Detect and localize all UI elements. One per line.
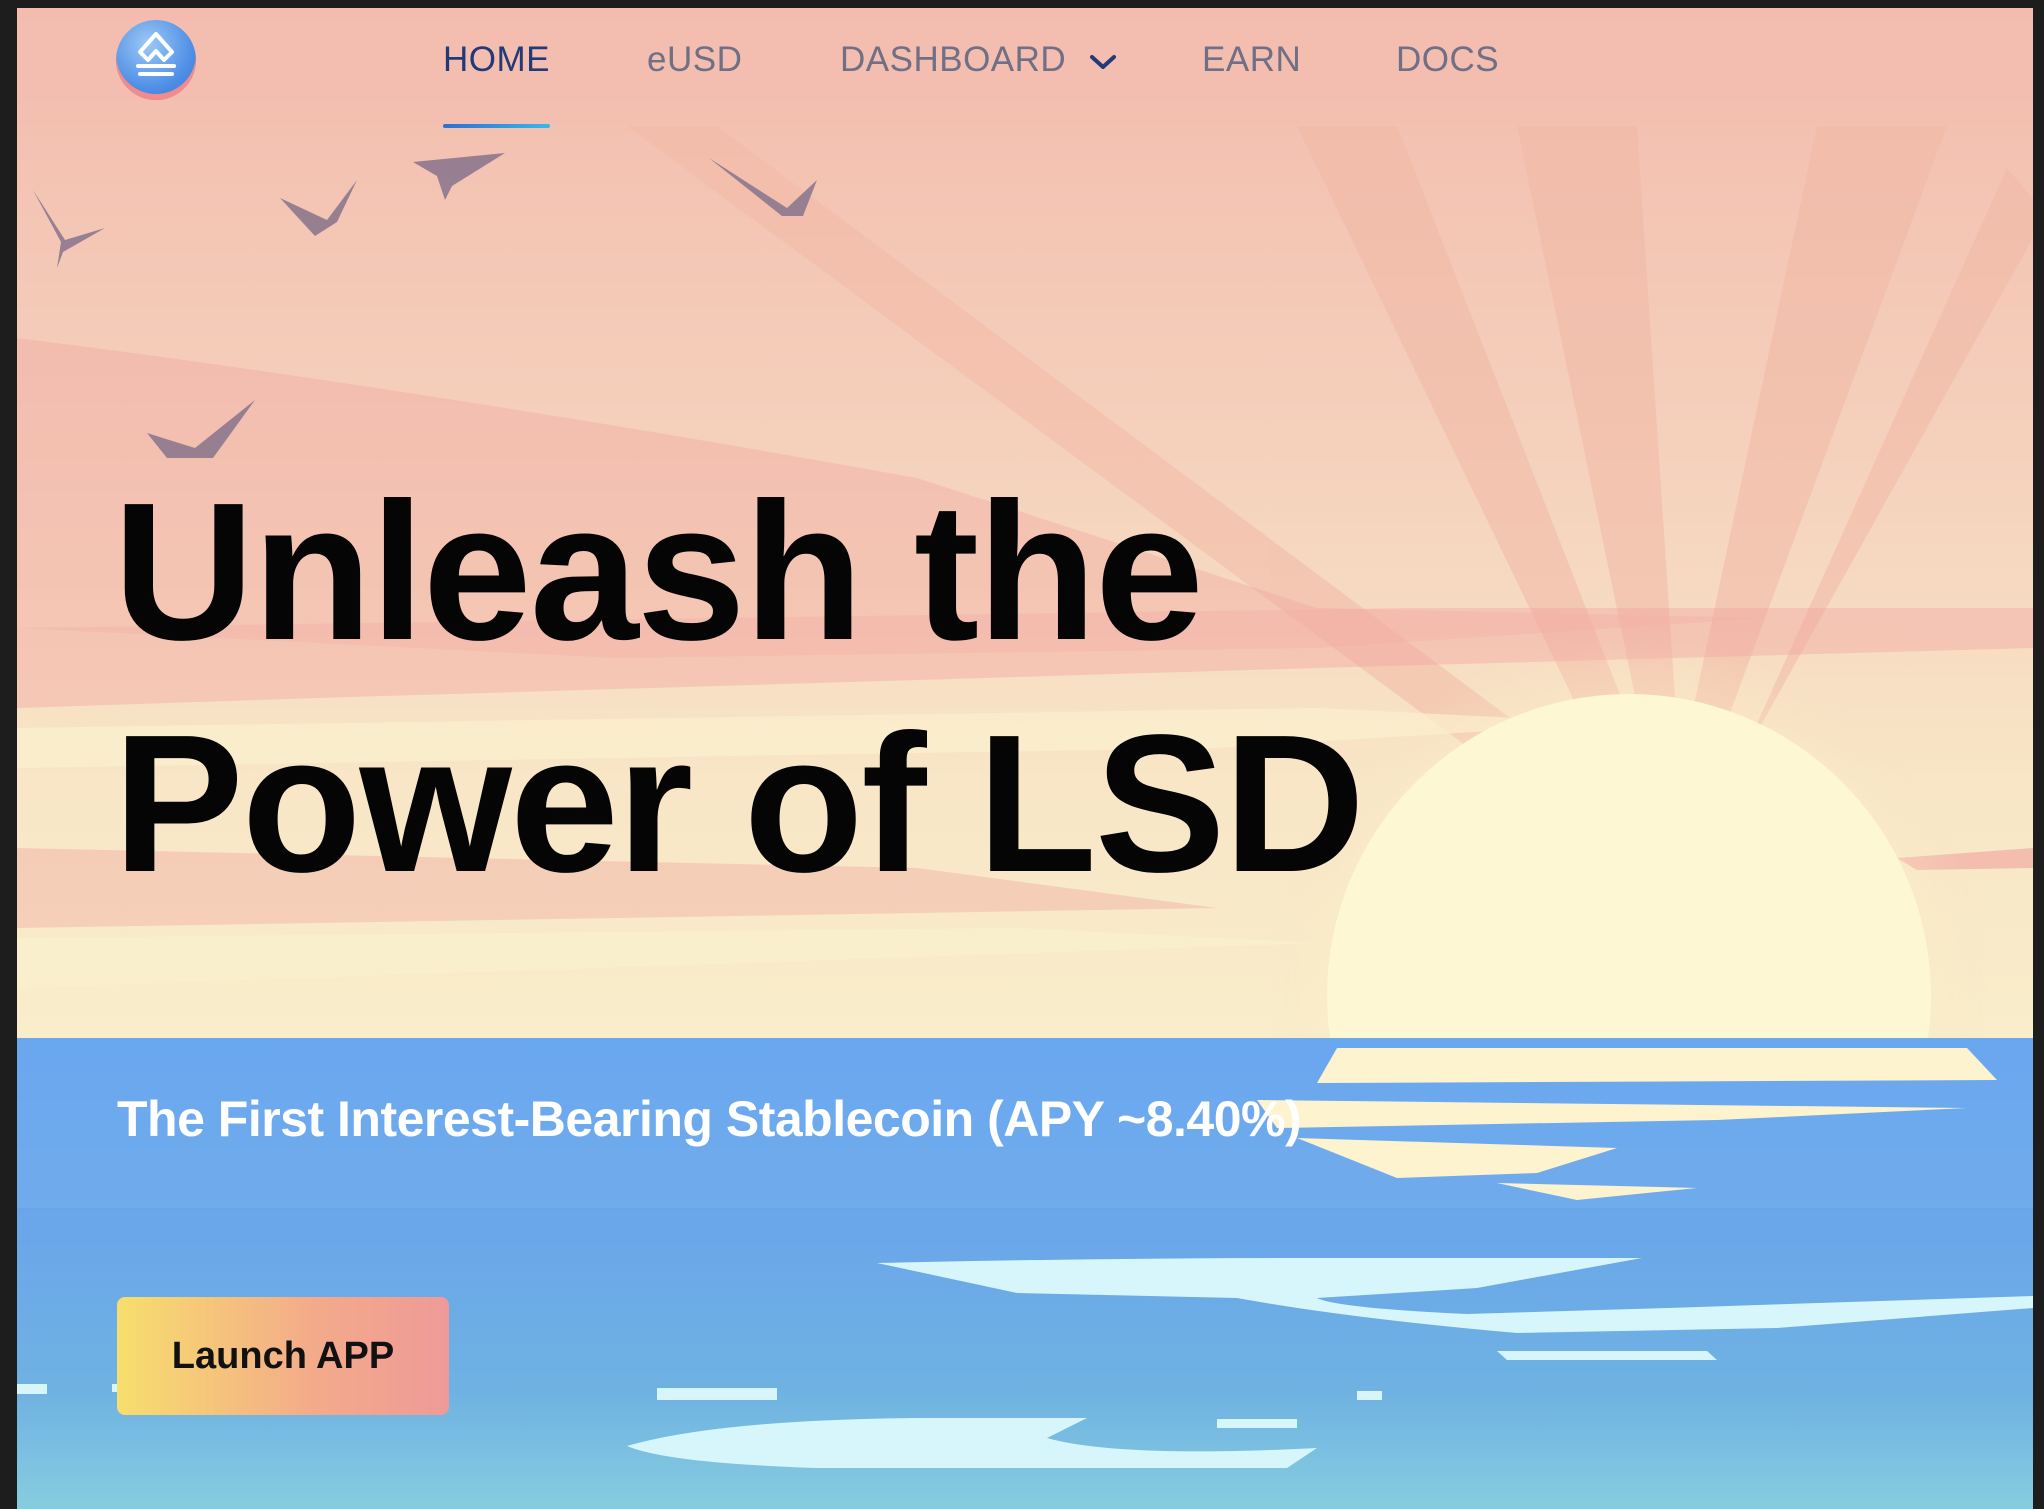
hero-subtitle: The First Interest-Bearing Stablecoin (A… [117, 1091, 1302, 1147]
active-nav-underline [443, 124, 550, 128]
lsd-logo-icon[interactable] [116, 20, 196, 100]
hero-title: Unleash the Power of LSD [113, 456, 1365, 920]
hero-title-line-1: Unleash the [113, 462, 1204, 681]
chevron-down-icon [1090, 54, 1117, 69]
launch-app-button[interactable]: Launch APP [117, 1297, 449, 1415]
nav-item-docs-label: DOCS [1396, 40, 1500, 79]
launch-app-button-label: Launch APP [171, 1334, 395, 1377]
nav-item-earn-label: EARN [1202, 40, 1302, 79]
nav-item-eusd[interactable]: eUSD [647, 36, 742, 84]
nav-item-docs[interactable]: DOCS [1396, 36, 1499, 84]
browser-viewport: HOME eUSD DASHBOARD EARN DOCS Unleash th… [17, 8, 2033, 1509]
nav-item-eusd-label: eUSD [647, 40, 743, 79]
logo-mark [136, 32, 176, 76]
hero-title-line-2: Power of LSD [113, 694, 1365, 913]
top-navbar: HOME eUSD DASHBOARD EARN DOCS [17, 8, 2033, 128]
nav-item-earn[interactable]: EARN [1202, 36, 1301, 84]
nav-item-home[interactable]: HOME [443, 36, 550, 128]
nav-item-dashboard[interactable]: DASHBOARD [840, 36, 1118, 84]
nav-item-home-label: HOME [443, 40, 550, 79]
nav-item-dashboard-label: DASHBOARD [840, 40, 1067, 79]
